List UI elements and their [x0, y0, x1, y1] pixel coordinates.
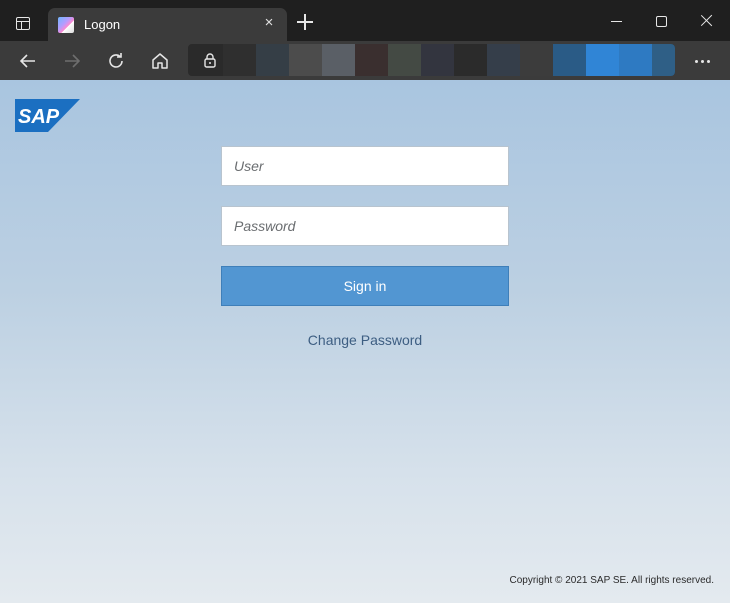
home-icon[interactable] [146, 47, 174, 75]
sap-logo-text: SAP [18, 106, 60, 128]
forward-icon[interactable] [58, 47, 86, 75]
url-redaction-block [355, 44, 388, 76]
refresh-icon[interactable] [102, 47, 130, 75]
url-redacted [223, 44, 675, 76]
tab-favicon-icon [58, 17, 74, 33]
url-redaction-block [454, 44, 487, 76]
browser-title-bar: Logon × [0, 0, 730, 41]
browser-tab[interactable]: Logon × [48, 8, 287, 41]
sap-logo: SAP [15, 99, 80, 132]
url-redaction-block [487, 44, 520, 76]
change-password-link[interactable]: Change Password [221, 332, 509, 348]
url-redaction-block [652, 44, 675, 76]
url-redaction-block [421, 44, 454, 76]
logon-page: SAP Sign in Change Password Copyright © … [0, 80, 730, 603]
lock-icon[interactable] [202, 52, 218, 68]
minimize-icon[interactable] [606, 10, 628, 32]
maximize-icon[interactable] [650, 10, 672, 32]
url-redaction-block [553, 44, 586, 76]
user-input[interactable] [221, 146, 509, 186]
new-tab-icon[interactable] [296, 13, 314, 31]
password-input[interactable] [221, 206, 509, 246]
back-icon[interactable] [14, 47, 42, 75]
tab-close-icon[interactable]: × [260, 14, 278, 32]
tab-title: Logon [84, 17, 121, 32]
copyright-text: Copyright © 2021 SAP SE. All rights rese… [509, 575, 714, 586]
url-redaction-block [289, 44, 322, 76]
window-layout-icon[interactable] [16, 17, 30, 30]
url-redaction-block [619, 44, 652, 76]
url-redaction-block [322, 44, 355, 76]
url-redaction-block [520, 44, 553, 76]
browser-toolbar [0, 41, 730, 80]
sign-in-button[interactable]: Sign in [221, 266, 509, 306]
address-bar[interactable] [188, 44, 675, 76]
url-redaction-block [388, 44, 421, 76]
more-options-icon[interactable] [688, 47, 716, 75]
url-redaction-block [586, 44, 619, 76]
url-redaction-block [256, 44, 289, 76]
url-redaction-block [223, 44, 256, 76]
window-close-icon[interactable] [696, 10, 718, 32]
